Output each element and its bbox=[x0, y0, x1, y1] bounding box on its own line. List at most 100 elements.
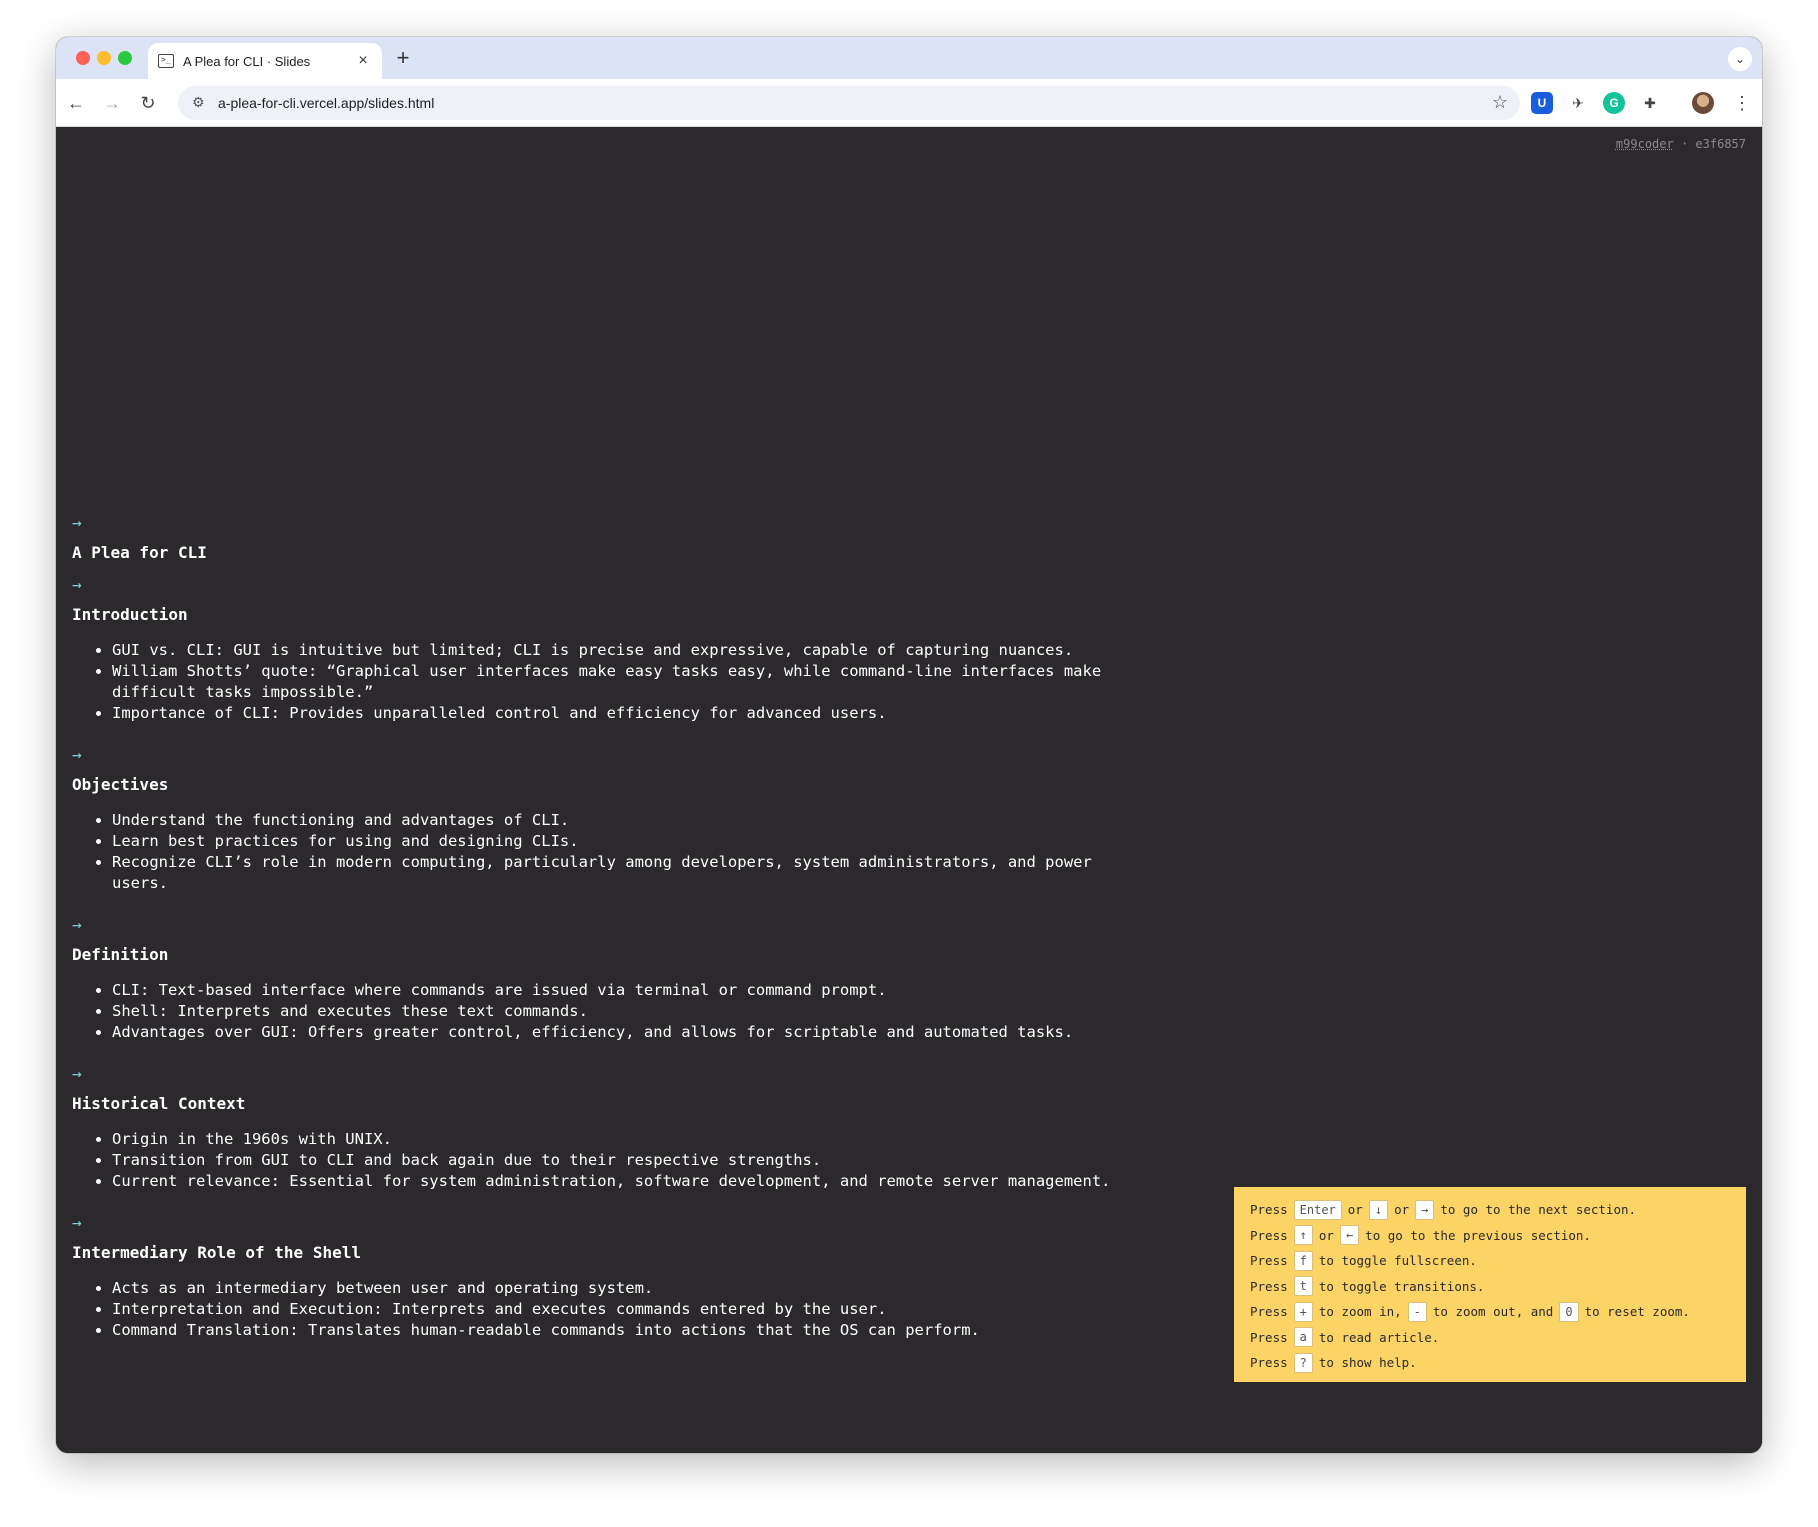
help-text: to go to the next section. bbox=[1440, 1202, 1637, 1218]
help-text: to go to the previous section. bbox=[1365, 1227, 1591, 1243]
slides-content: → A Plea for CLI → Introduction GUI vs. … bbox=[72, 512, 1132, 1361]
question-key: ? bbox=[1293, 1352, 1313, 1373]
help-press-label: Press bbox=[1250, 1278, 1288, 1294]
section-arrow-icon[interactable]: → bbox=[72, 1063, 1132, 1085]
address-bar[interactable]: ⚙ a-plea-for-cli.vercel.app/slides.html … bbox=[178, 86, 1520, 120]
help-text: to toggle fullscreen. bbox=[1318, 1253, 1477, 1269]
grammarly-extension-icon[interactable]: G bbox=[1603, 92, 1625, 114]
author-info: m99coder · e3f6857 bbox=[1616, 137, 1746, 151]
reload-icon[interactable]: ↻ bbox=[134, 89, 162, 117]
help-press-label: Press bbox=[1250, 1253, 1288, 1269]
list-item: CLI: Text-based interface where commands… bbox=[112, 980, 1132, 1001]
zero-key: 0 bbox=[1559, 1301, 1579, 1322]
site-settings-icon[interactable]: ⚙ bbox=[192, 94, 205, 111]
t-key: t bbox=[1293, 1276, 1313, 1297]
maximize-window-button[interactable] bbox=[118, 51, 132, 65]
list-item: GUI vs. CLI: GUI is intuitive but limite… bbox=[112, 640, 1132, 661]
browser-menu-icon[interactable]: ⋮ bbox=[1732, 91, 1752, 115]
section-arrow-icon[interactable]: → bbox=[72, 914, 1132, 936]
list-item: William Shotts’ quote: “Graphical user i… bbox=[112, 661, 1132, 703]
help-or-label: or bbox=[1318, 1227, 1334, 1243]
help-text: to zoom out, bbox=[1432, 1304, 1524, 1320]
section-arrow-icon[interactable]: → bbox=[72, 512, 1132, 534]
section-historical-context: → Historical Context Origin in the 1960s… bbox=[72, 1063, 1132, 1192]
help-press-label: Press bbox=[1250, 1304, 1288, 1320]
browser-window: >_ A Plea for CLI · Slides × + ⌄ ← → ↻ ⚙… bbox=[56, 37, 1762, 1453]
section-objectives: → Objectives Understand the functioning … bbox=[72, 744, 1132, 894]
section-list: Origin in the 1960s with UNIX. Transitio… bbox=[72, 1129, 1132, 1192]
list-item: Recognize CLI’s role in modern computing… bbox=[112, 852, 1132, 894]
section-introduction: → Introduction GUI vs. CLI: GUI is intui… bbox=[72, 574, 1132, 724]
list-item: Shell: Interprets and executes these tex… bbox=[112, 1001, 1132, 1022]
bookmark-star-icon[interactable]: ☆ bbox=[1492, 92, 1508, 113]
back-arrow-icon[interactable]: ← bbox=[62, 89, 90, 117]
arrow-right-key: → bbox=[1415, 1199, 1435, 1220]
list-item: Origin in the 1960s with UNIX. bbox=[112, 1129, 1132, 1150]
help-row-next: Press Enter or ↓ or → to go to the next sectio… bbox=[1250, 1197, 1730, 1223]
help-text: to show help. bbox=[1318, 1355, 1417, 1371]
enter-key: Enter bbox=[1293, 1199, 1342, 1220]
help-press-label: Press bbox=[1250, 1227, 1288, 1243]
author-separator: · bbox=[1680, 137, 1689, 151]
section-title: Definition bbox=[72, 945, 169, 964]
commit-hash: e3f6857 bbox=[1695, 137, 1746, 151]
bitwarden-extension-icon[interactable]: U bbox=[1531, 92, 1553, 114]
close-window-button[interactable] bbox=[76, 51, 90, 65]
section-arrow-icon[interactable]: → bbox=[72, 744, 1132, 766]
slide-title: A Plea for CLI bbox=[72, 543, 207, 562]
arrow-left-key: ← bbox=[1339, 1225, 1360, 1246]
help-or-label: or bbox=[1347, 1202, 1363, 1218]
f-key: f bbox=[1293, 1250, 1313, 1271]
help-press-label: Press bbox=[1250, 1202, 1288, 1218]
tab-search-chevron-icon[interactable]: ⌄ bbox=[1728, 47, 1752, 71]
keyboard-help-panel: Press Enter or ↓ or → to go to the next sectio… bbox=[1234, 1187, 1746, 1382]
help-press-label: Press bbox=[1250, 1329, 1288, 1345]
section-arrow-icon[interactable]: → bbox=[72, 574, 1132, 596]
help-row-help: Press? to show help. bbox=[1250, 1350, 1730, 1376]
section-definition: → Definition CLI: Text-based interface w… bbox=[72, 914, 1132, 1043]
active-tab[interactable]: >_ A Plea for CLI · Slides × bbox=[148, 43, 382, 79]
help-text: to toggle transitions. bbox=[1318, 1278, 1485, 1294]
tab-title: A Plea for CLI · Slides bbox=[183, 53, 311, 69]
help-text: to zoom in, bbox=[1318, 1304, 1402, 1320]
minimize-window-button[interactable] bbox=[97, 51, 111, 65]
forward-arrow-icon[interactable]: → bbox=[98, 89, 126, 117]
section-list: GUI vs. CLI: GUI is intuitive but limite… bbox=[72, 640, 1132, 724]
bird-extension-icon[interactable]: ✈ bbox=[1567, 92, 1589, 114]
help-or-label: or bbox=[1394, 1202, 1410, 1218]
section-intermediary-role: → Intermediary Role of the Shell Acts as… bbox=[72, 1212, 1132, 1341]
browser-toolbar: ← → ↻ ⚙ a-plea-for-cli.vercel.app/slides… bbox=[56, 79, 1762, 127]
arrow-up-key: ↑ bbox=[1293, 1225, 1313, 1246]
section-list: Understand the functioning and advantage… bbox=[72, 810, 1132, 894]
a-key: a bbox=[1293, 1327, 1313, 1348]
url-text[interactable]: a-plea-for-cli.vercel.app/slides.html bbox=[218, 95, 434, 111]
close-tab-icon[interactable]: × bbox=[354, 52, 372, 70]
help-row-article: Press a to read article. bbox=[1250, 1325, 1730, 1351]
profile-avatar[interactable] bbox=[1692, 92, 1714, 114]
section-list: Acts as an intermediary between user and… bbox=[72, 1278, 1132, 1341]
list-item: Understand the functioning and advantage… bbox=[112, 810, 1132, 831]
arrow-down-key: ↓ bbox=[1368, 1199, 1389, 1220]
section-title: Historical Context bbox=[72, 1094, 246, 1113]
section-title: Intermediary Role of the Shell bbox=[72, 1243, 361, 1262]
list-item: Command Translation: Translates human-re… bbox=[112, 1320, 1132, 1341]
plus-key: + bbox=[1293, 1301, 1313, 1322]
help-text: to read article. bbox=[1318, 1329, 1440, 1345]
section-title: Objectives bbox=[72, 775, 169, 794]
section-title-slide: → A Plea for CLI bbox=[72, 512, 1132, 564]
help-and-label: and bbox=[1530, 1304, 1554, 1320]
list-item: Acts as an intermediary between user and… bbox=[112, 1278, 1132, 1299]
author-link[interactable]: m99coder bbox=[1616, 137, 1674, 151]
help-row-fullscreen: Press f to toggle fullscreen. bbox=[1250, 1248, 1730, 1274]
help-row-transitions: Press t to toggle transitions. bbox=[1250, 1274, 1730, 1300]
help-press-label: Press bbox=[1250, 1355, 1288, 1371]
list-item: Advantages over GUI: Offers greater cont… bbox=[112, 1022, 1132, 1043]
section-list: CLI: Text-based interface where commands… bbox=[72, 980, 1132, 1043]
new-tab-button[interactable]: + bbox=[390, 46, 416, 72]
section-title: Introduction bbox=[72, 605, 188, 624]
help-text: to reset zoom. bbox=[1584, 1304, 1690, 1320]
list-item: Importance of CLI: Provides unparalleled… bbox=[112, 703, 1132, 724]
help-row-zoom: Press + to zoom in, - to zoom out, and 0 to re… bbox=[1250, 1299, 1730, 1325]
extensions-puzzle-icon[interactable]: ✚ bbox=[1639, 92, 1661, 114]
section-arrow-icon[interactable]: → bbox=[72, 1212, 1132, 1234]
